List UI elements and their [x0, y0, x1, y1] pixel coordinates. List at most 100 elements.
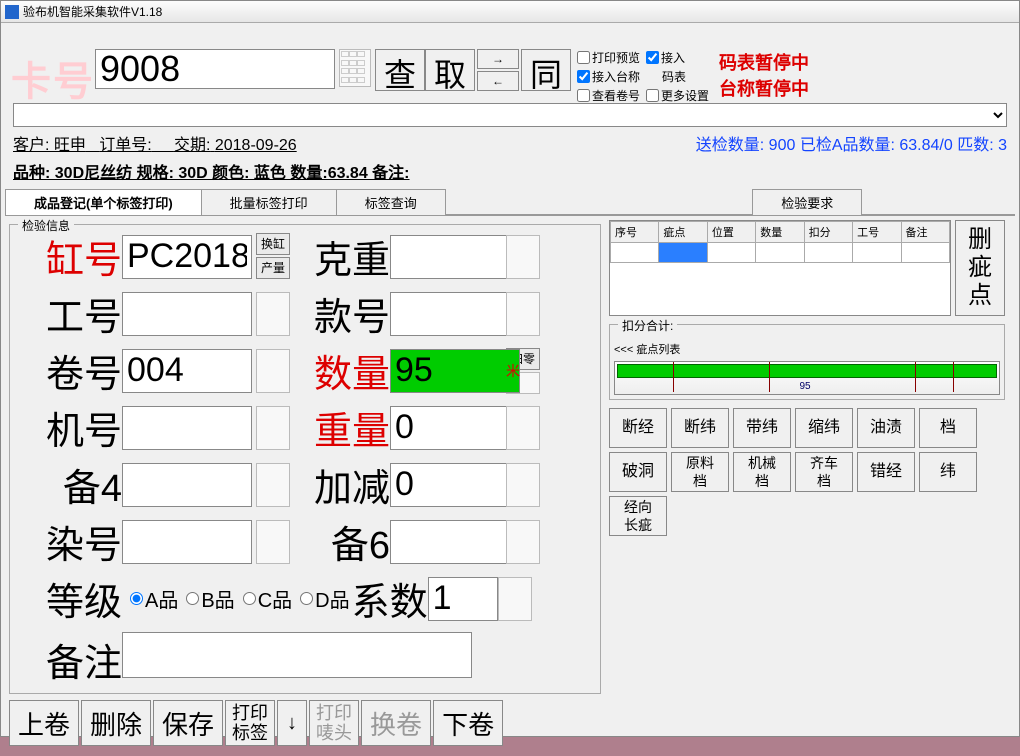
grade-c-radio[interactable]: C品 [243, 584, 292, 613]
defect-btn-duanwei[interactable]: 断纬 [671, 408, 729, 448]
defect-btn-dang[interactable]: 档 [919, 408, 977, 448]
next-roll-button[interactable]: 下卷 [433, 700, 503, 746]
tab-batch-print[interactable]: 批量标签打印 [201, 189, 337, 215]
defect-btn-wei[interactable]: 纬 [919, 452, 977, 492]
remark-input[interactable] [122, 632, 472, 678]
remark-label: 备注 [16, 632, 122, 687]
weight-kg-input[interactable] [390, 235, 520, 279]
scale-status: 台称暂停中 [719, 75, 809, 101]
qty-label: 数量 [294, 343, 390, 398]
keypad-icon[interactable] [506, 235, 540, 279]
print-label-button[interactable]: 打印 标签 [225, 700, 275, 746]
vat-label: 缸号 [16, 229, 122, 284]
defect-btn-podong[interactable]: 破洞 [609, 452, 667, 492]
meter-status: 码表暂停中 [719, 49, 809, 75]
keypad-icon[interactable] [506, 520, 540, 564]
dye-input[interactable] [122, 520, 252, 564]
defect-btn-youzi[interactable]: 油渍 [857, 408, 915, 448]
vat-input[interactable] [122, 235, 252, 279]
adjust-input[interactable] [390, 463, 520, 507]
window-title: 验布机智能采集软件V1.18 [23, 1, 162, 23]
yield-button[interactable]: 产量 [256, 257, 290, 279]
defect-btn-yuanliao[interactable]: 原料 档 [671, 452, 729, 492]
table-row [611, 243, 950, 263]
qty-input[interactable] [390, 349, 520, 393]
connect-meter-checkbox[interactable]: 接入 [646, 49, 709, 66]
extra6-label: 备6 [294, 514, 390, 569]
extra6-input[interactable] [390, 520, 520, 564]
defect-table[interactable]: 序号疵点 位置数量 扣分工号 备注 [609, 220, 951, 316]
connect-scale-checkbox[interactable]: 接入台称 [577, 68, 640, 85]
product-info: 品种: 30D尼丝纺 规格: 30D 颜色: 蓝色 数量:63.84 备注: [13, 159, 1007, 183]
more-settings-checkbox[interactable]: 更多设置 [646, 87, 709, 104]
prev-roll-button[interactable]: 上卷 [9, 700, 79, 746]
keypad-icon[interactable] [506, 463, 540, 507]
history-dropdown[interactable] [13, 103, 1007, 127]
arrow-right-button[interactable]: → [477, 49, 519, 69]
tab-product-register[interactable]: 成品登记(单个标签打印) [5, 189, 202, 215]
keypad-icon[interactable] [256, 520, 290, 564]
defect-btn-daiwei[interactable]: 带纬 [733, 408, 791, 448]
keypad-icon[interactable] [498, 577, 532, 621]
keypad-icon[interactable] [506, 292, 540, 336]
tab-inspection-req[interactable]: 检验要求 [752, 189, 862, 215]
grade-b-radio[interactable]: B品 [186, 584, 234, 613]
change-roll-button[interactable]: 换卷 [361, 700, 431, 746]
print-preview-checkbox[interactable]: 打印预览 [577, 49, 640, 66]
defect-btn-jingxiang[interactable]: 经向 长疵 [609, 496, 667, 536]
keypad-icon[interactable] [256, 463, 290, 507]
coef-label: 系数 [352, 571, 428, 626]
change-vat-button[interactable]: 换缸 [256, 233, 290, 255]
app-icon [5, 5, 19, 19]
grade-d-radio[interactable]: D品 [300, 584, 349, 613]
roll-input[interactable] [122, 349, 252, 393]
window-titlebar: 验布机智能采集软件V1.18 [1, 1, 1019, 23]
adjust-label: 加减 [294, 457, 390, 512]
delete-defect-button[interactable]: 删 疵 点 [955, 220, 1005, 316]
dye-label: 染号 [16, 514, 122, 569]
fetch-button[interactable]: 取 [425, 49, 475, 91]
weight-label: 重量 [294, 400, 390, 455]
delete-button[interactable]: 删除 [81, 700, 151, 746]
keypad-icon[interactable] [256, 406, 290, 450]
unit-mi-label: 米 [506, 361, 520, 381]
defect-btn-suowei[interactable]: 缩纬 [795, 408, 853, 448]
card-number-input[interactable] [95, 49, 335, 89]
save-button[interactable]: 保存 [153, 700, 223, 746]
tab-label-query[interactable]: 标签查询 [336, 189, 446, 215]
inspection-summary: 送检数量: 900 已检A品数量: 63.84/0 匹数: 3 [696, 131, 1007, 155]
print-head-button[interactable]: 打印 唛头 [309, 700, 359, 746]
style-label: 款号 [294, 286, 390, 341]
card-number-label: 卡号 [11, 49, 95, 107]
deduct-strip: 95 [614, 361, 1000, 395]
sync-button[interactable]: 同 [521, 49, 571, 91]
extra4-input[interactable] [122, 463, 252, 507]
worker-label: 工号 [16, 286, 122, 341]
defect-btn-duanjing[interactable]: 断经 [609, 408, 667, 448]
defect-btn-jixie[interactable]: 机械 档 [733, 452, 791, 492]
defect-btn-cuojing[interactable]: 错经 [857, 452, 915, 492]
keypad-icon[interactable] [256, 292, 290, 336]
style-input[interactable] [390, 292, 520, 336]
roll-label: 卷号 [16, 343, 122, 398]
coef-input[interactable] [428, 577, 498, 621]
query-button[interactable]: 查 [375, 49, 425, 91]
weight-kg-label: 克重 [294, 229, 390, 284]
grade-label: 等级 [16, 571, 122, 626]
machine-label: 机号 [16, 400, 122, 455]
worker-input[interactable] [122, 292, 252, 336]
deduct-group-title: 扣分合计: [618, 317, 677, 334]
defect-btn-qiche[interactable]: 齐车 档 [795, 452, 853, 492]
grade-a-radio[interactable]: A品 [130, 584, 178, 613]
inspect-group-title: 检验信息 [18, 217, 74, 234]
machine-input[interactable] [122, 406, 252, 450]
keypad-icon[interactable] [256, 349, 290, 393]
keypad-icon[interactable] [339, 49, 371, 87]
arrow-left-button[interactable]: ← [477, 71, 519, 91]
weight-input[interactable] [390, 406, 520, 450]
defect-list-label: <<< 疵点列表 [614, 341, 1000, 357]
view-roll-checkbox[interactable]: 查看卷号 [577, 87, 640, 104]
down-arrow-button[interactable]: ↓ [277, 700, 307, 746]
extra4-label: 备4 [16, 457, 122, 512]
keypad-icon[interactable] [506, 406, 540, 450]
